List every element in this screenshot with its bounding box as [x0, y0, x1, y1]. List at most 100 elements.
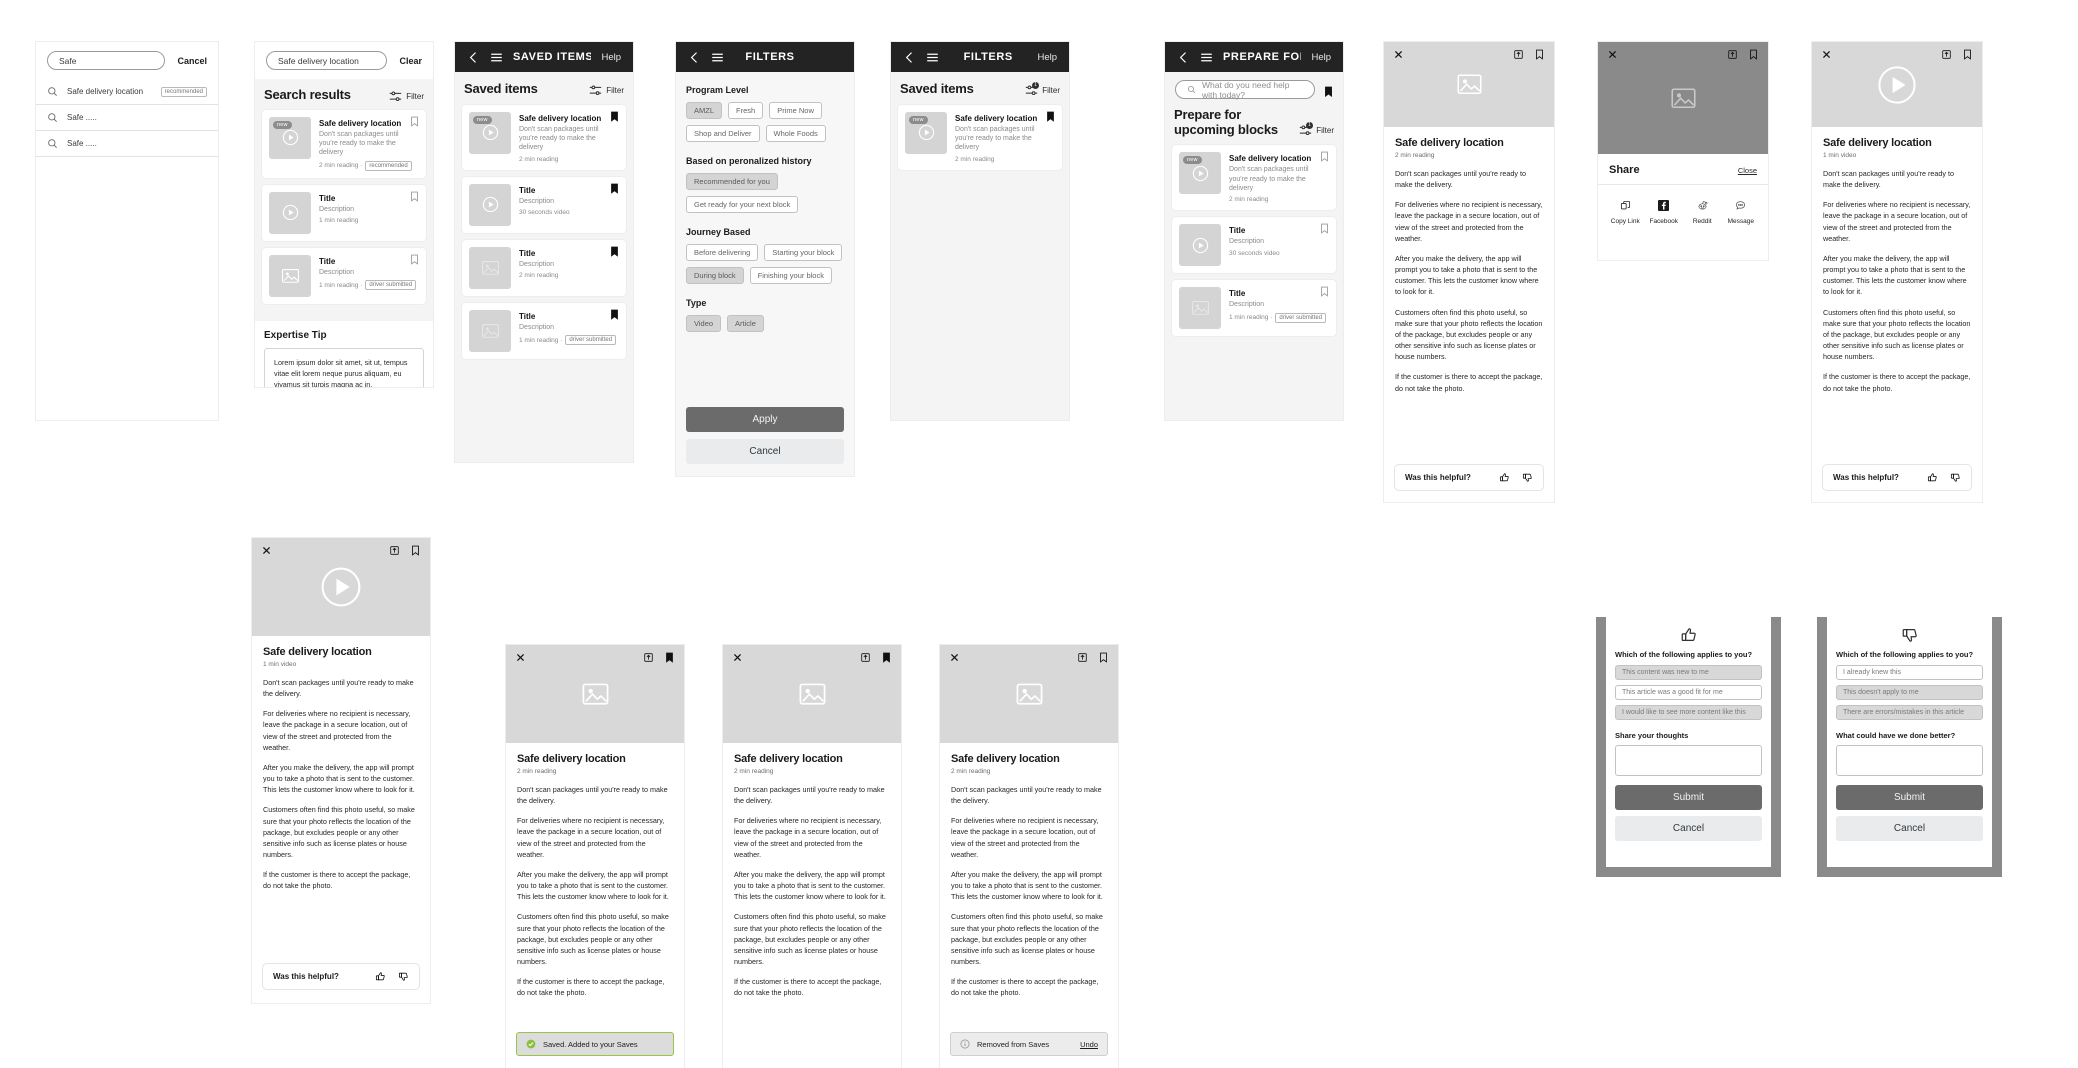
share-option-copy-link[interactable]: Copy Link: [1606, 197, 1645, 225]
bookmark-icon[interactable]: [1046, 111, 1055, 122]
cancel-button[interactable]: Cancel: [686, 439, 844, 464]
thumbs-up-icon[interactable]: [375, 971, 386, 982]
filter-chip[interactable]: Starting your block: [764, 244, 843, 261]
help-link[interactable]: Help: [1311, 52, 1331, 63]
apply-button[interactable]: Apply: [686, 407, 844, 432]
share-icon[interactable]: [1077, 652, 1088, 663]
list-item[interactable]: Safe .....: [36, 105, 218, 131]
filter-chip[interactable]: Whole Foods: [765, 125, 826, 142]
bookmark-icon[interactable]: [410, 191, 419, 202]
feedback-option[interactable]: This doesn't apply to me: [1836, 685, 1983, 700]
filter-chip[interactable]: Recommended for you: [686, 173, 778, 190]
undo-button[interactable]: Undo: [1080, 1040, 1098, 1049]
bookmark-icon[interactable]: [1534, 49, 1545, 60]
back-icon[interactable]: [688, 51, 701, 64]
thumbs-up-icon[interactable]: [1499, 472, 1510, 483]
bookmark-icon[interactable]: [1320, 151, 1329, 162]
back-icon[interactable]: [1177, 51, 1190, 64]
cancel-button[interactable]: Cancel: [1836, 816, 1983, 841]
submit-button[interactable]: Submit: [1836, 785, 1983, 810]
thumbs-down-icon[interactable]: [1950, 472, 1961, 483]
filter-chip[interactable]: During block: [686, 267, 744, 284]
filter-chip[interactable]: Before delivering: [686, 244, 759, 261]
table-row[interactable]: Title Description 1 min reading · driver…: [1172, 280, 1336, 337]
filter-chip[interactable]: Video: [686, 315, 722, 332]
list-item[interactable]: Safe delivery location recommended: [36, 79, 218, 105]
share-icon[interactable]: [860, 652, 871, 663]
close-icon[interactable]: [515, 652, 526, 663]
bookmark-icon[interactable]: [410, 545, 421, 556]
table-row[interactable]: new Safe delivery location Don't scan pa…: [898, 104, 1062, 170]
bookmark-icon[interactable]: [881, 652, 892, 663]
list-item[interactable]: Safe .....: [36, 131, 218, 157]
table-row[interactable]: Title Description 1 min reading · driver…: [462, 302, 626, 359]
filter-button[interactable]: 1 Filter: [1299, 122, 1334, 137]
filter-chip[interactable]: Shop and Deliver: [686, 125, 760, 142]
search-input[interactable]: What do you need help with today?: [1175, 80, 1315, 100]
bookmark-icon[interactable]: [1320, 286, 1329, 298]
submit-button[interactable]: Submit: [1615, 785, 1762, 810]
table-row[interactable]: Title Description 2 min reading: [462, 239, 626, 296]
filter-chip[interactable]: Article: [727, 315, 764, 332]
feedback-option[interactable]: I would like to see more content like th…: [1615, 705, 1762, 720]
search-input[interactable]: Safe: [47, 51, 166, 70]
cancel-button[interactable]: Cancel: [177, 56, 207, 66]
hamburger-menu-icon[interactable]: [1200, 51, 1213, 64]
table-row[interactable]: new Safe delivery location Don't scan pa…: [262, 109, 426, 178]
close-icon[interactable]: [1607, 49, 1618, 60]
feedback-option[interactable]: This content was new to me: [1615, 665, 1762, 680]
back-icon[interactable]: [903, 51, 916, 64]
hamburger-menu-icon[interactable]: [490, 51, 503, 64]
close-icon[interactable]: [261, 545, 272, 556]
filter-button[interactable]: Filter: [589, 84, 624, 97]
bookmark-icon[interactable]: [1324, 84, 1333, 97]
table-row[interactable]: new Safe delivery location Don't scan pa…: [462, 104, 626, 170]
share-icon[interactable]: [389, 545, 400, 556]
help-link[interactable]: Help: [601, 52, 621, 63]
filter-button[interactable]: 1 Filter: [1025, 81, 1060, 97]
close-link[interactable]: Close: [1738, 166, 1757, 175]
bookmark-icon[interactable]: [410, 116, 419, 127]
table-row[interactable]: new Safe delivery location Don't scan pa…: [1172, 145, 1336, 211]
bookmark-icon[interactable]: [1962, 49, 1973, 60]
bookmark-icon[interactable]: [1098, 652, 1109, 663]
filter-button[interactable]: Filter: [389, 90, 424, 103]
feedback-option[interactable]: I already knew this: [1836, 665, 1983, 680]
close-icon[interactable]: [949, 652, 960, 663]
filter-chip[interactable]: Prime Now: [769, 102, 822, 119]
feedback-textarea[interactable]: [1615, 745, 1762, 776]
table-row[interactable]: Title Description 30 seconds video: [462, 176, 626, 233]
bookmark-icon[interactable]: [610, 246, 619, 257]
thumbs-up-icon[interactable]: [1927, 472, 1938, 483]
share-option-reddit[interactable]: Reddit: [1683, 197, 1722, 225]
play-icon[interactable]: [1875, 63, 1919, 107]
bookmark-icon[interactable]: [410, 254, 419, 265]
thumbs-down-icon[interactable]: [1522, 472, 1533, 483]
hamburger-menu-icon[interactable]: [711, 51, 724, 64]
share-option-message[interactable]: Message: [1722, 197, 1761, 225]
filter-chip[interactable]: Get ready for your next block: [686, 196, 799, 213]
hamburger-menu-icon[interactable]: [926, 51, 939, 64]
thumbs-down-icon[interactable]: [398, 971, 409, 982]
close-icon[interactable]: [1821, 49, 1832, 60]
cancel-button[interactable]: Cancel: [1615, 816, 1762, 841]
bookmark-icon[interactable]: [1320, 223, 1329, 235]
filter-chip[interactable]: Finishing your block: [749, 267, 832, 284]
filter-chip[interactable]: Fresh: [728, 102, 764, 119]
table-row[interactable]: Title Description 1 min reading: [262, 184, 426, 241]
bookmark-icon[interactable]: [1748, 49, 1759, 60]
share-icon[interactable]: [643, 652, 654, 663]
bookmark-icon[interactable]: [610, 111, 619, 122]
share-icon[interactable]: [1941, 49, 1952, 60]
feedback-option[interactable]: This article was a good fit for me: [1615, 685, 1762, 700]
bookmark-icon[interactable]: [664, 652, 675, 663]
close-icon[interactable]: [732, 652, 743, 663]
bookmark-icon[interactable]: [610, 183, 619, 194]
share-icon[interactable]: [1727, 49, 1738, 60]
clear-button[interactable]: Clear: [399, 56, 422, 66]
back-icon[interactable]: [467, 51, 480, 64]
bookmark-icon[interactable]: [610, 309, 619, 320]
play-icon[interactable]: [318, 564, 364, 610]
close-icon[interactable]: [1393, 49, 1404, 60]
feedback-textarea[interactable]: [1836, 745, 1983, 776]
